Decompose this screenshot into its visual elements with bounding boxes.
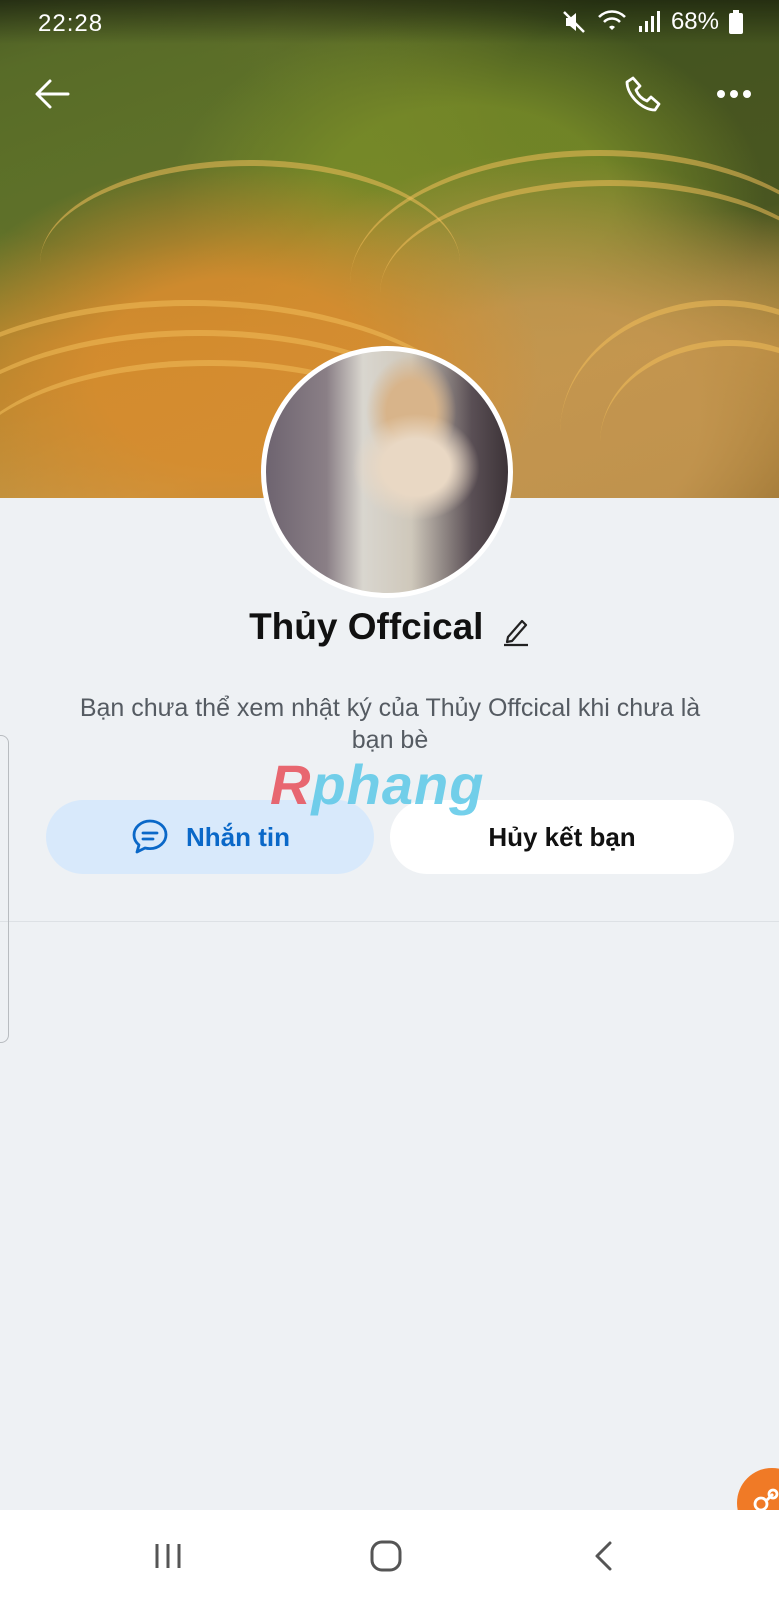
avatar[interactable] [261, 346, 513, 598]
recent-apps-icon[interactable] [148, 1536, 188, 1576]
profile-name-row: Thủy Offcical [0, 606, 779, 652]
wifi-icon [597, 10, 627, 34]
more-button[interactable] [710, 70, 758, 118]
unfriend-label: Hủy kết bạn [488, 821, 636, 852]
home-icon[interactable] [366, 1536, 406, 1576]
profile-name: Thủy Offcical [249, 606, 484, 647]
divider [0, 921, 779, 922]
battery-text: 68% [670, 8, 719, 35]
message-label: Nhắn tin [186, 821, 290, 852]
edge-panel-handle[interactable] [0, 735, 9, 1043]
system-nav-bar [0, 1510, 779, 1600]
status-bar: 22:28 68% [0, 0, 779, 44]
chat-bubble-icon [132, 819, 168, 854]
call-button[interactable] [619, 70, 667, 118]
more-dots-icon [717, 90, 751, 98]
arrow-left-icon [35, 79, 70, 109]
back-icon[interactable] [584, 1536, 624, 1576]
diary-restriction-text: Bạn chưa thể xem nhật ký của Thủy Offcic… [79, 694, 701, 754]
pencil-icon[interactable] [502, 617, 530, 652]
signal-icon [637, 10, 661, 34]
mute-icon [561, 9, 587, 35]
status-time: 22:28 [38, 10, 104, 37]
battery-icon [729, 10, 743, 34]
phone-icon [625, 76, 661, 112]
back-button[interactable] [28, 70, 76, 118]
watermark-logo: Rphang [270, 753, 485, 816]
